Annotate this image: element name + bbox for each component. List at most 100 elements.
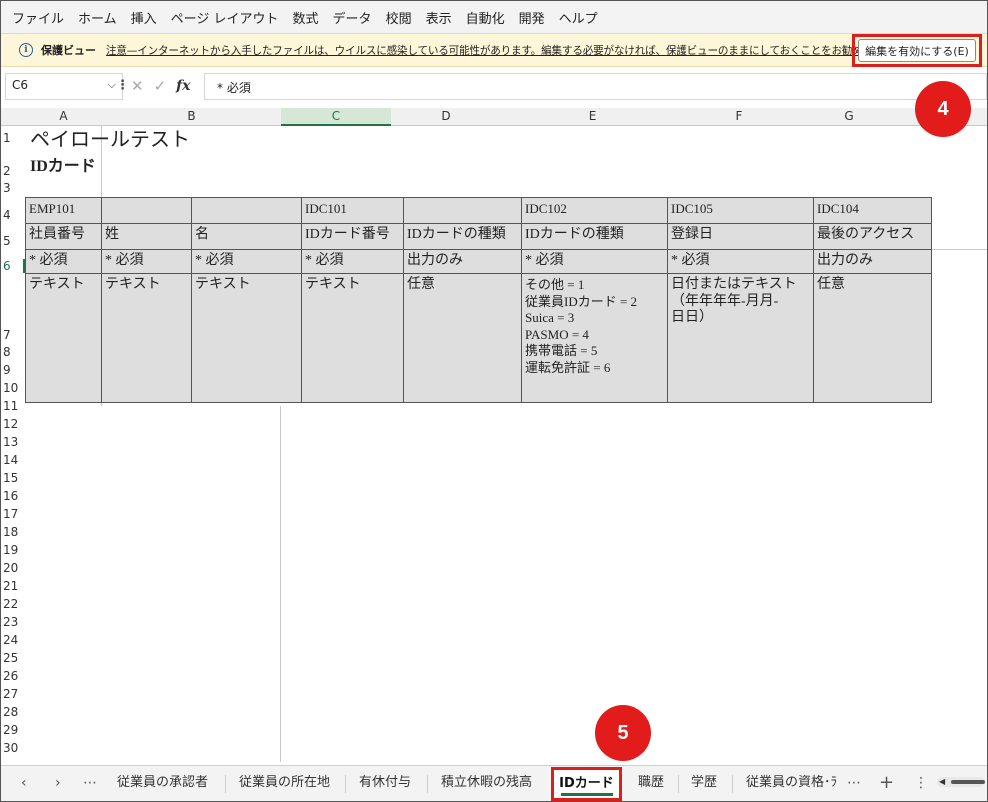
column-header-d[interactable]: D xyxy=(391,108,501,126)
table-cell[interactable]: 社員番号 xyxy=(25,223,102,250)
table-cell[interactable]: 出力のみ xyxy=(403,249,522,274)
menu-data[interactable]: データ xyxy=(328,8,381,27)
row-header[interactable]: 20 xyxy=(1,561,25,575)
enable-editing-button[interactable]: 編集を有効にする(E) xyxy=(858,39,976,62)
table-cell-selected[interactable]: * 必須 xyxy=(301,249,404,274)
row-header[interactable]: 24 xyxy=(1,633,25,647)
row-header[interactable]: 4 xyxy=(1,208,25,222)
row-header-selected[interactable]: 6 xyxy=(1,259,25,273)
add-sheet-icon[interactable]: + xyxy=(879,772,894,794)
table-cell[interactable]: 最後のアクセス xyxy=(813,223,932,250)
row-header[interactable]: 21 xyxy=(1,579,25,593)
table-cell[interactable]: 任意 xyxy=(403,273,522,403)
table-cell[interactable] xyxy=(101,197,192,224)
row-header[interactable]: 27 xyxy=(1,687,25,701)
row-header[interactable]: 11 xyxy=(1,399,25,413)
column-header-b[interactable]: B xyxy=(102,108,281,126)
row-header[interactable]: 9 xyxy=(1,363,25,377)
menu-help[interactable]: ヘルプ xyxy=(554,8,607,27)
table-cell[interactable]: テキスト xyxy=(25,273,102,403)
menu-formulas[interactable]: 数式 xyxy=(288,8,328,27)
sheet-tab[interactable]: 従業員の所在地 xyxy=(239,772,330,794)
table-cell[interactable]: * 必須 xyxy=(25,249,102,274)
sheet-tab[interactable]: 積立休暇の残高 xyxy=(441,772,532,794)
table-cell[interactable]: * 必須 xyxy=(667,249,814,274)
row-header[interactable]: 5 xyxy=(1,234,25,248)
table-cell[interactable]: 日付またはテキスト （年年年年-月月- 日日） xyxy=(667,273,814,403)
table-cell[interactable]: * 必須 xyxy=(191,249,302,274)
row-header[interactable]: 10 xyxy=(1,381,25,395)
column-header-g[interactable]: G xyxy=(794,108,904,126)
table-cell[interactable]: EMP101 xyxy=(25,197,102,224)
menu-file[interactable]: ファイル xyxy=(7,8,73,27)
menu-insert[interactable]: 挿入 xyxy=(126,8,166,27)
more-vertical-icon[interactable]: ⋮ xyxy=(914,772,928,794)
check-icon[interactable]: ✓ xyxy=(154,77,167,95)
scrollbar-thumb[interactable] xyxy=(951,780,985,784)
row-header[interactable]: 8 xyxy=(1,345,25,359)
row-header[interactable]: 28 xyxy=(1,705,25,719)
row-header[interactable]: 7 xyxy=(1,328,25,342)
table-cell[interactable] xyxy=(403,197,522,224)
scroll-left-icon[interactable]: ◀ xyxy=(939,778,945,786)
sheet-tab[interactable]: 職歴 xyxy=(638,772,664,794)
row-header[interactable]: 14 xyxy=(1,453,25,467)
sheet-tab[interactable]: 従業員の資格･ﾗ xyxy=(746,772,837,794)
column-header-a[interactable]: A xyxy=(25,108,102,126)
row-header[interactable]: 17 xyxy=(1,507,25,521)
row-header[interactable]: 30 xyxy=(1,741,25,755)
row-header[interactable]: 19 xyxy=(1,543,25,557)
table-cell[interactable]: テキスト xyxy=(101,273,192,403)
table-cell[interactable]: IDC102 xyxy=(521,197,668,224)
sheet-tab[interactable]: 学歴 xyxy=(691,772,717,794)
table-cell[interactable]: IDC105 xyxy=(667,197,814,224)
row-header[interactable]: 2 xyxy=(1,164,25,178)
table-cell[interactable] xyxy=(191,197,302,224)
horizontal-scrollbar[interactable]: ◀ xyxy=(937,777,985,787)
row-header[interactable]: 22 xyxy=(1,597,25,611)
table-cell[interactable]: IDC104 xyxy=(813,197,932,224)
row-header[interactable]: 29 xyxy=(1,723,25,737)
sheet-tab[interactable]: 有休付与 xyxy=(359,772,411,794)
table-cell[interactable]: その他 = 1 従業員IDカード = 2 Suica = 3 PASMO = 4… xyxy=(521,273,668,403)
table-cell[interactable]: * 必須 xyxy=(101,249,192,274)
more-vertical-icon[interactable]: ⋮ xyxy=(116,78,129,93)
table-cell[interactable]: IDカード番号 xyxy=(301,223,404,250)
row-header[interactable]: 25 xyxy=(1,651,25,665)
column-header-f[interactable]: F xyxy=(684,108,794,126)
table-cell[interactable]: 姓 xyxy=(101,223,192,250)
sheet-subtitle[interactable]: IDカード xyxy=(27,155,99,179)
row-header[interactable]: 15 xyxy=(1,471,25,485)
name-box[interactable]: C6 ⌵ xyxy=(5,73,123,100)
row-header[interactable]: 13 xyxy=(1,435,25,449)
chevron-left-icon[interactable]: ‹ xyxy=(21,772,27,794)
column-header-e[interactable]: E xyxy=(501,108,684,126)
more-horizontal-icon[interactable]: ⋯ xyxy=(83,772,97,794)
row-header[interactable]: 26 xyxy=(1,669,25,683)
row-header[interactable]: 12 xyxy=(1,417,25,431)
table-cell[interactable]: 登録日 xyxy=(667,223,814,250)
table-cell[interactable]: IDカードの種類 xyxy=(521,223,668,250)
table-cell[interactable]: 任意 xyxy=(813,273,932,403)
insert-function-icon[interactable]: fx xyxy=(176,78,190,94)
more-horizontal-icon[interactable]: ⋯ xyxy=(847,772,861,794)
table-cell[interactable]: * 必須 xyxy=(521,249,668,274)
sheet-title[interactable]: ペイロールテスト xyxy=(27,126,193,154)
row-header[interactable]: 3 xyxy=(1,181,25,195)
formula-input[interactable]: * 必須 xyxy=(204,73,987,100)
menu-home[interactable]: ホーム xyxy=(73,8,126,27)
menu-page-layout[interactable]: ページ レイアウト xyxy=(166,8,288,27)
select-all-corner[interactable] xyxy=(1,108,25,126)
table-cell[interactable]: IDC101 xyxy=(301,197,404,224)
column-header-c[interactable]: C xyxy=(281,108,391,126)
table-cell[interactable]: 出力のみ xyxy=(813,249,932,274)
sheet-tab[interactable]: 従業員の承認者 xyxy=(117,772,208,794)
chevron-down-icon[interactable]: ⌵ xyxy=(108,78,116,92)
row-header[interactable]: 1 xyxy=(1,131,25,145)
menu-developer[interactable]: 開発 xyxy=(514,8,554,27)
sheet-tab-active[interactable]: IDカード xyxy=(551,767,622,801)
table-cell[interactable]: テキスト xyxy=(301,273,404,403)
table-cell[interactable]: IDカードの種類 xyxy=(403,223,522,250)
table-cell[interactable]: テキスト xyxy=(191,273,302,403)
menu-review[interactable]: 校閲 xyxy=(381,8,421,27)
